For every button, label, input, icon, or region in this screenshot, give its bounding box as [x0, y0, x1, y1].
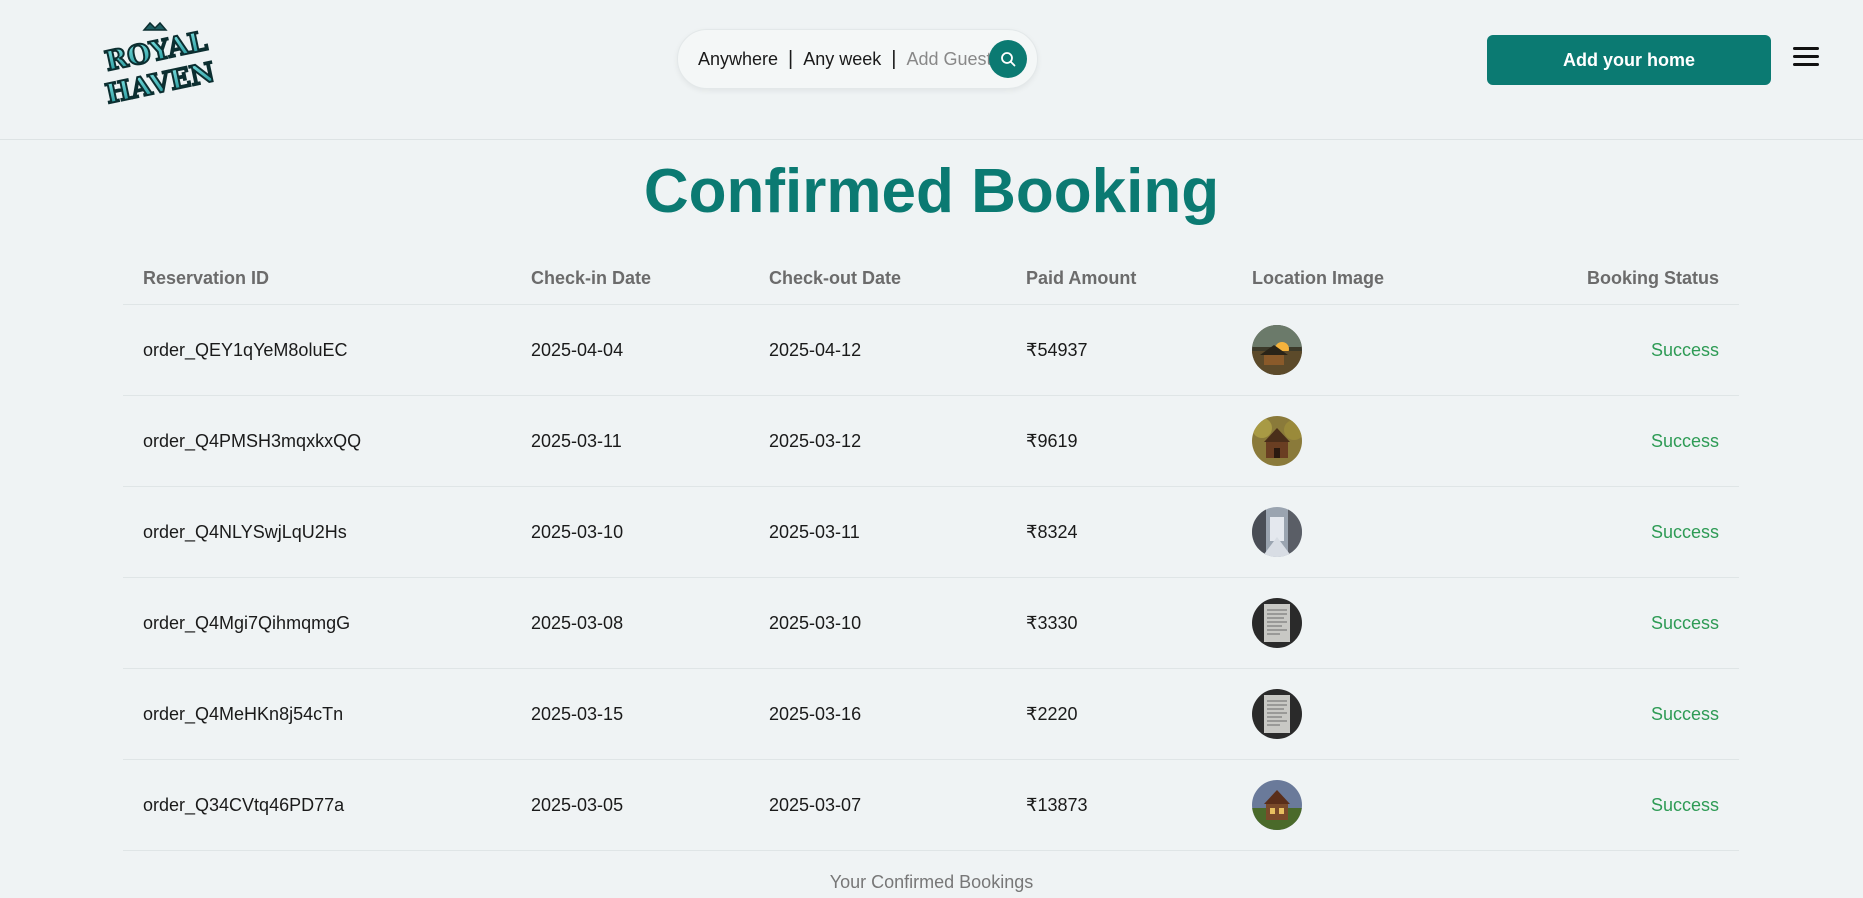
paid-amount: ₹54937 [1026, 339, 1088, 360]
search-icon [1001, 52, 1016, 67]
reservation-id: order_Q4Mgi7QihmqmgG [143, 612, 351, 633]
check-in-date: 2025-03-10 [531, 521, 624, 542]
guest-filter[interactable]: Add Guest [907, 49, 992, 70]
search-separator: | [891, 47, 897, 70]
week-filter[interactable]: Any week [803, 49, 881, 70]
add-home-button[interactable]: Add your home [1487, 35, 1771, 85]
snowy-villa-image[interactable] [1252, 507, 1302, 557]
status-badge: Success [1650, 430, 1719, 451]
column-header-booking-status: Booking Status [1586, 268, 1719, 288]
document-image[interactable] [1252, 598, 1302, 648]
reservation-id: order_QEY1qYeM8oluEC [143, 339, 348, 360]
check-out-date: 2025-03-07 [769, 794, 862, 815]
wooden-house-image[interactable] [1252, 416, 1302, 466]
check-out-date: 2025-03-11 [769, 521, 860, 542]
check-out-date: 2025-03-12 [769, 430, 862, 451]
site-header: ROYAL HAVEN Anywhere | Any week | Add Gu… [0, 0, 1863, 140]
reservation-id: order_Q34CVtq46PD77a [143, 794, 345, 815]
table-row: order_Q4PMSH3mqxkxQQ 2025-03-11 2025-03-… [123, 396, 1739, 487]
search-separator: | [788, 47, 794, 70]
bookings-table: Reservation ID Check-in Date Check-out D… [123, 253, 1739, 851]
table-row: order_Q4MeHKn8j54cTn 2025-03-15 2025-03-… [123, 669, 1739, 760]
search-button[interactable] [989, 40, 1027, 78]
check-in-date: 2025-03-11 [531, 430, 622, 451]
location-filter[interactable]: Anywhere [698, 49, 778, 70]
check-in-date: 2025-03-05 [531, 794, 624, 815]
column-header-check-out: Check-out Date [769, 268, 902, 288]
status-badge: Success [1650, 612, 1719, 633]
column-header-reservation-id: Reservation ID [143, 268, 270, 288]
status-badge: Success [1650, 521, 1719, 542]
logo-icon: ROYAL HAVEN [101, 21, 219, 108]
reservation-id: order_Q4MeHKn8j54cTn [143, 703, 344, 724]
reservation-id: order_Q4PMSH3mqxkxQQ [143, 430, 362, 451]
table-row: order_Q34CVtq46PD77a 2025-03-05 2025-03-… [123, 760, 1739, 851]
paid-amount: ₹3330 [1026, 612, 1078, 633]
check-out-date: 2025-03-16 [769, 703, 862, 724]
paid-amount: ₹13873 [1026, 794, 1088, 815]
hamburger-menu-icon[interactable] [1793, 47, 1819, 73]
garden-house-image[interactable] [1252, 780, 1302, 830]
sunset-cabin-image[interactable] [1252, 325, 1302, 375]
check-out-date: 2025-04-12 [769, 339, 862, 360]
status-badge: Success [1650, 703, 1719, 724]
confirmed-bookings-caption: Your Confirmed Bookings [829, 872, 1034, 892]
table-row: order_QEY1qYeM8oluEC 2025-04-04 2025-04-… [123, 305, 1739, 396]
reservation-id: order_Q4NLYSwjLqU2Hs [143, 521, 347, 542]
status-badge: Success [1650, 339, 1719, 360]
paid-amount: ₹8324 [1026, 521, 1078, 542]
column-header-location-image: Location Image [1252, 268, 1385, 288]
page-title: Confirmed Booking [643, 157, 1220, 226]
paid-amount: ₹2220 [1026, 703, 1078, 724]
check-out-date: 2025-03-10 [769, 612, 862, 633]
table-header: Reservation ID Check-in Date Check-out D… [123, 253, 1739, 305]
check-in-date: 2025-04-04 [531, 339, 624, 360]
table-row: order_Q4Mgi7QihmqmgG 2025-03-08 2025-03-… [123, 578, 1739, 669]
document-image[interactable] [1252, 689, 1302, 739]
check-in-date: 2025-03-15 [531, 703, 624, 724]
table-row: order_Q4NLYSwjLqU2Hs 2025-03-10 2025-03-… [123, 487, 1739, 578]
royal-haven-logo[interactable]: ROYAL HAVEN [92, 18, 224, 108]
search-bar[interactable]: Anywhere | Any week | Add Guest [677, 29, 1038, 89]
status-badge: Success [1650, 794, 1719, 815]
check-in-date: 2025-03-08 [531, 612, 624, 633]
paid-amount: ₹9619 [1026, 430, 1078, 451]
column-header-paid-amount: Paid Amount [1026, 268, 1137, 288]
column-header-check-in: Check-in Date [531, 268, 652, 288]
